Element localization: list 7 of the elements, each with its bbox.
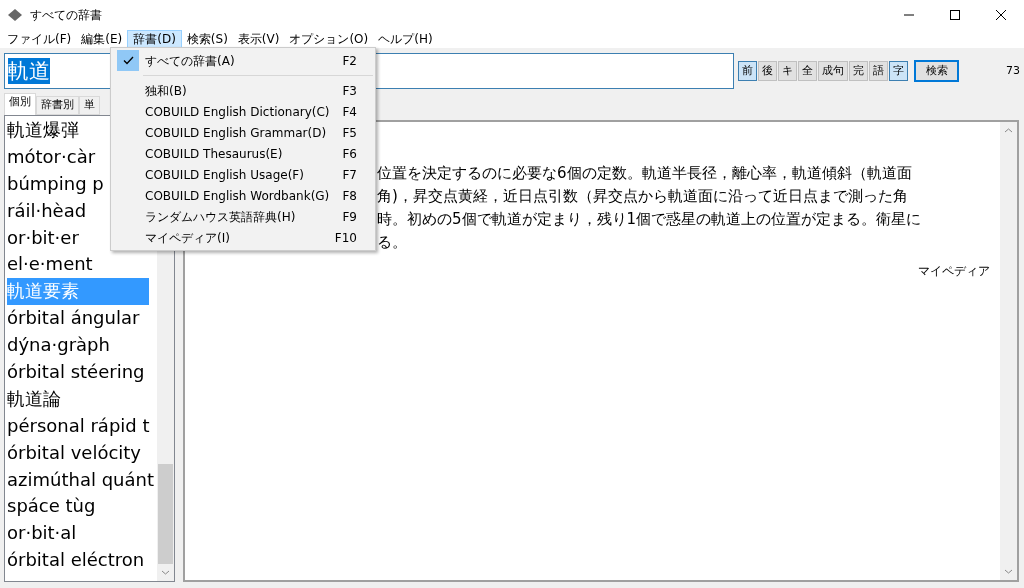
definition-line: る。: [377, 232, 407, 253]
definition-line: 時。初めの5個で軌道が定まり，残り1個で惑星の軌道上の位置が定まる。衛星に: [377, 209, 922, 230]
definition-line: 角)，昇交点黄経，近日点引数（昇交点から軌道面に沿って近日点まで測った角: [377, 186, 908, 207]
result-count: 73: [1006, 62, 1020, 79]
definition-line: 位置を決定するのに必要な6個の定数。軌道半長径，離心率，軌道傾斜（軌道面: [377, 163, 912, 184]
window-title: すべての辞書: [30, 7, 102, 24]
dictionary-source: マイペディア: [918, 263, 990, 280]
